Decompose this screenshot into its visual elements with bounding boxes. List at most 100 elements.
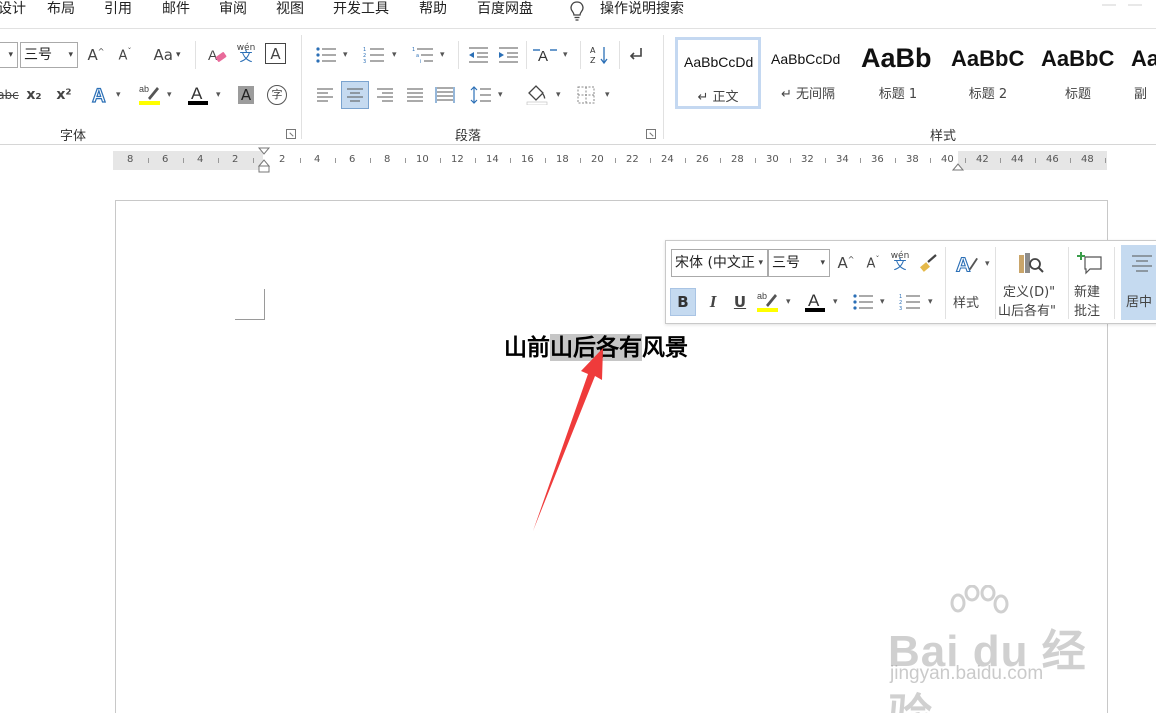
chevron-down-icon[interactable]: ▾ [498, 90, 503, 100]
highlight-color-button[interactable]: ab [138, 82, 162, 106]
align-center-button[interactable] [341, 81, 369, 109]
chevron-down-icon[interactable]: ▾ [928, 297, 933, 307]
numbering-button[interactable]: 123 [362, 43, 386, 67]
clear-formatting-button[interactable]: A [205, 43, 229, 67]
menu-mailings[interactable]: 邮件 [162, 0, 190, 18]
title-text-after[interactable]: 风景 [642, 334, 688, 361]
mini-styles-button[interactable]: A [955, 251, 979, 276]
mini-phonetic-guide-button[interactable]: wén 文 [888, 249, 912, 273]
sort-button[interactable]: AZ [588, 43, 612, 67]
align-right-button[interactable] [373, 83, 397, 107]
mini-font-color-button[interactable]: A [803, 289, 827, 313]
menu-references[interactable]: 引用 [104, 0, 132, 18]
mini-define-label-line2[interactable]: 山后各有" [998, 300, 1056, 319]
justify-button[interactable] [403, 83, 427, 107]
right-indent-marker-icon[interactable] [951, 161, 965, 171]
align-left-button[interactable] [313, 83, 337, 107]
bullets-button[interactable] [314, 43, 338, 67]
menu-design[interactable]: 设计 [0, 0, 26, 18]
mini-new-comment-label-line2[interactable]: 批注 [1074, 300, 1100, 319]
mini-underline-button[interactable]: U [728, 290, 752, 314]
mini-bold-button[interactable]: B [670, 288, 696, 316]
mini-new-comment-button[interactable] [1076, 249, 1104, 277]
distributed-button[interactable] [433, 83, 457, 107]
style-no-spacing[interactable]: AaBbCcDd ↵ 无间隔 [765, 37, 851, 109]
style-preview: AaBbCcDd [771, 51, 841, 67]
chevron-down-icon[interactable]: ▾ [880, 297, 885, 307]
chevron-down-icon[interactable]: ▾ [985, 259, 990, 269]
title-text-before[interactable]: 山前 [504, 334, 550, 361]
borders-button[interactable] [574, 83, 598, 107]
chevron-down-icon[interactable]: ▾ [833, 297, 838, 307]
menu-layout[interactable]: 布局 [47, 0, 75, 18]
phonetic-guide-button[interactable]: wén 文 [234, 41, 258, 65]
style-heading-2[interactable]: AaBbC 标题 2 [945, 37, 1031, 109]
style-heading-1[interactable]: AaBb 标题 1 [855, 37, 941, 109]
mini-grow-font-button[interactable]: A^ [834, 251, 858, 275]
divider [580, 41, 581, 69]
character-border-button[interactable]: A [265, 43, 286, 64]
menu-developer[interactable]: 开发工具 [333, 0, 389, 18]
menu-review[interactable]: 审阅 [219, 0, 247, 18]
enclose-characters-button[interactable]: 字 [265, 83, 289, 107]
character-shading-button[interactable]: A [234, 83, 258, 107]
shrink-font-button[interactable]: Aˇ [113, 43, 137, 67]
mini-numbering-button[interactable]: 123 [898, 290, 922, 314]
mini-bullets-button[interactable] [851, 290, 875, 314]
mini-highlight-button[interactable]: ab [756, 289, 780, 313]
chevron-down-icon[interactable]: ▾ [440, 50, 445, 60]
chevron-down-icon[interactable]: ▾ [116, 90, 121, 100]
grow-font-button[interactable]: A^ [84, 43, 108, 67]
mini-font-size-combo[interactable]: 三号 ▾ [768, 249, 830, 277]
bullets-icon [853, 294, 873, 310]
mini-font-name-combo[interactable]: 宋体 (中文正 ▾ [671, 249, 768, 277]
chevron-down-icon[interactable]: ▾ [605, 90, 610, 100]
chevron-down-icon[interactable]: ▾ [216, 90, 221, 100]
paragraph-dialog-launcher-icon[interactable] [646, 129, 656, 139]
superscript-button[interactable]: x² [52, 83, 76, 107]
horizontal-ruler[interactable]: 8 6 4 2 2 4 6 8 10 12 14 16 18 20 22 24 26 28 30 32 34 36 38 40… [113, 147, 1107, 173]
font-dialog-launcher-icon[interactable] [286, 129, 296, 139]
mini-new-comment-label-line1[interactable]: 新建 [1074, 281, 1100, 300]
show-marks-button[interactable] [624, 43, 648, 67]
mini-format-painter-button[interactable] [917, 251, 941, 275]
chevron-down-icon[interactable]: ▾ [392, 50, 397, 60]
text-effects-button[interactable]: A [88, 83, 112, 107]
indent-marker-icon[interactable] [257, 147, 271, 173]
lightbulb-icon[interactable] [568, 0, 586, 22]
font-name-combo[interactable]: ▾ [0, 42, 18, 68]
style-subtitle[interactable]: Aa 副 [1125, 37, 1156, 109]
chevron-down-icon[interactable]: ▾ [563, 50, 568, 60]
chevron-down-icon[interactable]: ▾ [786, 297, 791, 307]
decrease-indent-button[interactable] [466, 43, 490, 67]
mini-italic-button[interactable]: I [701, 290, 725, 314]
menu-view[interactable]: 视图 [276, 0, 304, 18]
font-size-combo[interactable]: 三号 ▾ [20, 42, 78, 68]
mini-shrink-font-button[interactable]: Aˇ [861, 251, 885, 275]
group-separator [663, 35, 664, 139]
document-title-text[interactable]: 山前山后各有风景 [504, 328, 688, 362]
shading-button[interactable] [525, 82, 549, 106]
mini-define-button[interactable] [1017, 249, 1045, 277]
ruler-tick [929, 158, 931, 163]
increase-indent-button[interactable] [496, 43, 520, 67]
menu-help[interactable]: 帮助 [419, 0, 447, 18]
change-case-button[interactable]: Aa ▾ [149, 43, 185, 67]
font-color-button[interactable]: A [186, 82, 210, 106]
tell-me-search[interactable]: 操作说明搜索 [600, 0, 684, 18]
chinese-layout-button[interactable]: A [533, 43, 557, 67]
style-normal[interactable]: AaBbCcDd ↵ 正文 [675, 37, 761, 109]
chevron-down-icon[interactable]: ▾ [167, 90, 172, 100]
mini-styles-label[interactable]: 样式 [953, 292, 979, 311]
mini-center-button[interactable]: 居中 [1121, 245, 1156, 320]
subscript-button[interactable]: x₂ [22, 83, 46, 107]
mini-define-label-line1[interactable]: 定义(D)" [1003, 281, 1055, 300]
menu-baidu-netdisk[interactable]: 百度网盘 [477, 0, 533, 18]
selected-text[interactable]: 山后各有 [550, 334, 642, 361]
line-spacing-button[interactable] [469, 83, 493, 107]
chevron-down-icon[interactable]: ▾ [343, 50, 348, 60]
chevron-down-icon[interactable]: ▾ [556, 90, 561, 100]
strikethrough-button[interactable]: abc [0, 83, 20, 107]
style-title[interactable]: AaBbC 标题 [1035, 37, 1121, 109]
multilevel-list-button[interactable]: 1ai [411, 43, 435, 67]
